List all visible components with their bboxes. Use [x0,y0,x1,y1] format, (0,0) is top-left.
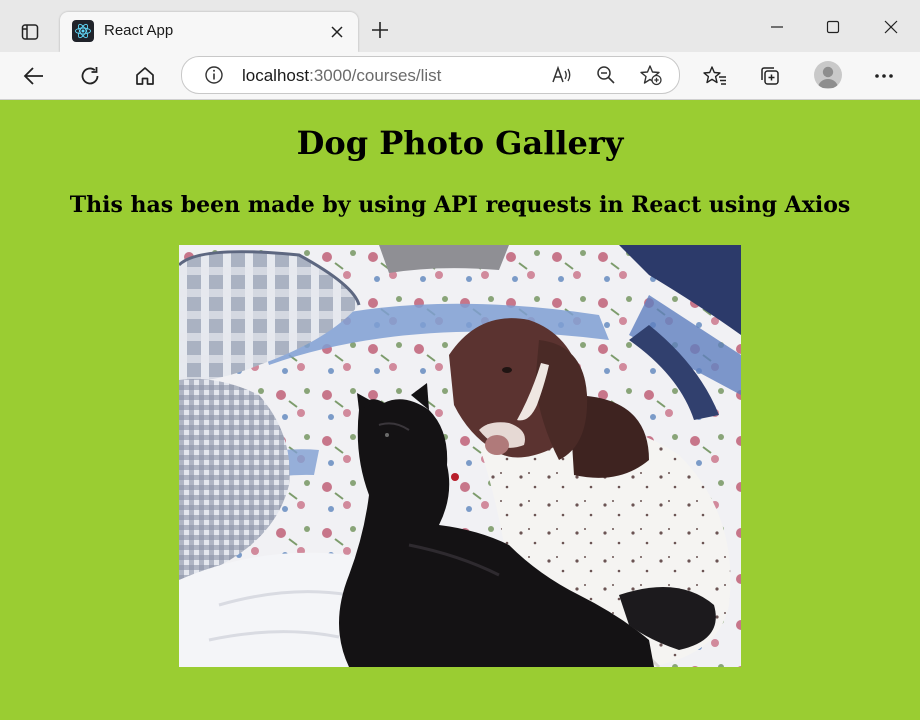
url-path: :3000/courses/list [309,66,442,85]
zoom-out-icon[interactable] [594,63,618,87]
more-icon[interactable] [868,60,900,92]
home-icon[interactable] [129,60,161,92]
react-logo-icon [72,20,94,42]
url-text[interactable]: localhost:3000/courses/list [242,66,441,86]
maximize-button[interactable] [818,12,848,42]
url-host: localhost [242,66,310,85]
new-tab-button[interactable] [366,16,394,44]
minimize-button[interactable] [762,12,792,42]
back-arrow-icon[interactable] [18,60,50,92]
info-icon[interactable] [202,63,226,87]
add-favorite-icon[interactable] [639,63,663,87]
profile-avatar[interactable] [814,61,842,89]
read-aloud-icon[interactable] [550,63,574,87]
close-window-button[interactable] [876,12,906,42]
browser-tab[interactable]: React App [60,12,358,52]
refresh-icon[interactable] [74,60,106,92]
dog-photo [179,245,741,667]
tab-strip: React App [0,0,920,56]
page-content: Dog Photo Gallery This has been made by … [0,100,920,720]
navigation-toolbar: localhost:3000/courses/list [0,52,920,100]
collections-icon[interactable] [754,60,786,92]
page-subtitle: This has been made by using API requests… [69,192,851,218]
page-title: Dog Photo Gallery [296,124,624,162]
address-bar[interactable]: localhost:3000/courses/list [181,56,680,94]
close-tab-icon[interactable] [326,21,348,43]
tab-actions-icon[interactable] [14,16,46,48]
tab-title: React App [104,22,174,39]
favorites-icon[interactable] [699,60,731,92]
